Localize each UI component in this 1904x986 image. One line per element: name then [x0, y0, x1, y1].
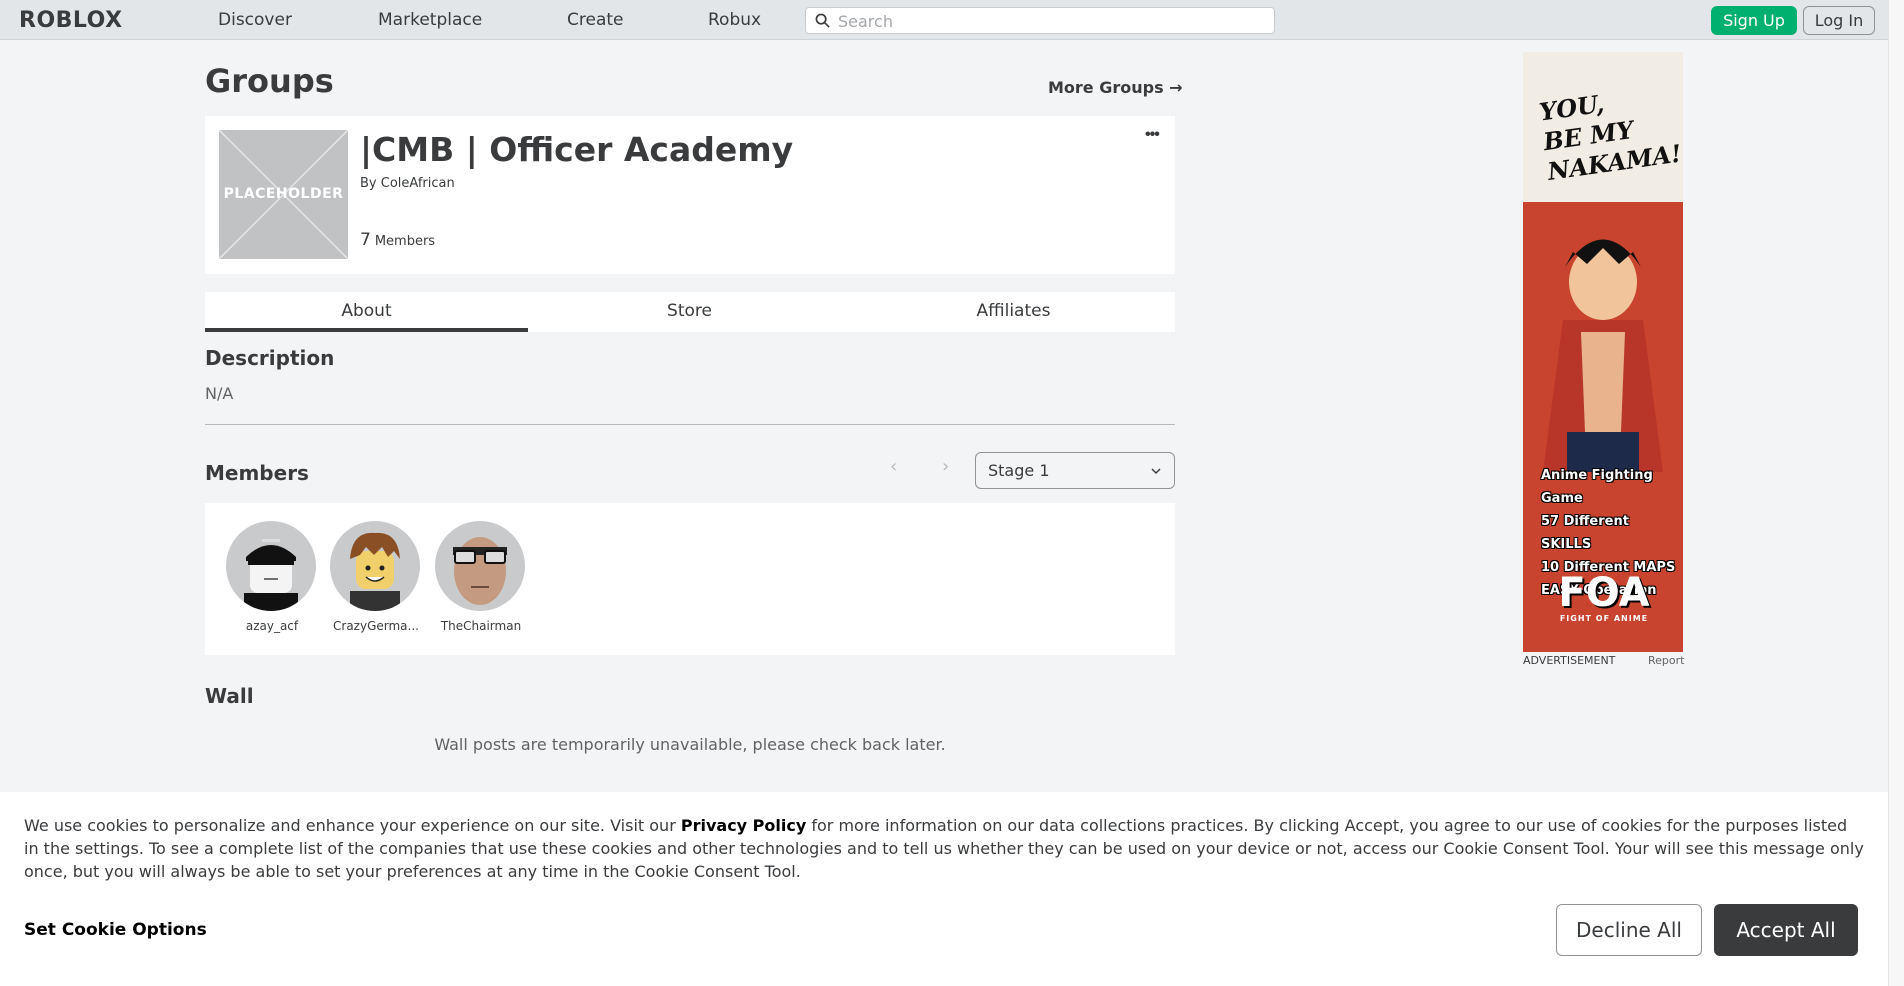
page-scrollbar[interactable] — [1888, 0, 1904, 986]
member-count: 7 Members — [360, 230, 435, 250]
cookie-consent-banner: We use cookies to personalize and enhanc… — [0, 792, 1888, 986]
group-name: |CMB | Officer Academy — [360, 130, 794, 169]
search-icon[interactable] — [815, 13, 830, 28]
member-card[interactable]: TheChairman — [435, 521, 527, 633]
set-cookie-options-link[interactable]: Set Cookie Options — [24, 920, 207, 940]
member-name: TheChairman — [440, 619, 522, 633]
group-emblem-placeholder: PLACEHOLDER — [219, 130, 348, 259]
member-avatar — [435, 521, 525, 611]
nav-create[interactable]: Create — [567, 10, 624, 30]
decline-all-button[interactable]: Decline All — [1556, 904, 1702, 956]
member-name: azay_acf — [245, 619, 299, 633]
tab-store[interactable]: Store — [528, 292, 851, 332]
section-divider — [205, 424, 1175, 425]
privacy-policy-link[interactable]: Privacy Policy — [681, 816, 806, 835]
members-list: azay_acf CrazyGerma... TheChairman — [205, 503, 1175, 655]
log-in-button[interactable]: Log In — [1803, 6, 1875, 35]
owner-link[interactable]: ColeAfrican — [381, 176, 455, 191]
roblox-logo[interactable]: ROBLOX — [19, 8, 123, 33]
search-box — [805, 7, 1275, 34]
group-tabs: About Store Affiliates — [205, 292, 1175, 332]
sign-up-button[interactable]: Sign Up — [1711, 6, 1797, 35]
role-select-dropdown[interactable]: Stage 1 — [975, 452, 1175, 489]
nav-marketplace[interactable]: Marketplace — [378, 10, 482, 30]
top-navigation-bar: ROBLOX Discover Marketplace Create Robux… — [0, 0, 1888, 40]
description-heading: Description — [205, 346, 335, 370]
tab-affiliates[interactable]: Affiliates — [852, 292, 1175, 332]
member-card[interactable]: CrazyGerma... — [330, 521, 422, 633]
group-owner: By ColeAfrican — [360, 176, 455, 191]
member-count-label: Members — [374, 234, 436, 249]
members-next-button[interactable]: › — [942, 456, 949, 477]
more-options-icon[interactable]: ••• — [1145, 126, 1160, 144]
nav-discover[interactable]: Discover — [218, 10, 292, 30]
member-name: CrazyGerma... — [333, 619, 419, 633]
tab-about[interactable]: About — [205, 292, 528, 332]
search-input[interactable] — [838, 11, 1258, 31]
group-header-card: PLACEHOLDER |CMB | Officer Academy By Co… — [205, 116, 1175, 274]
advertisement-label: ADVERTISEMENT — [1523, 654, 1616, 667]
ad-report-link[interactable]: Report — [1648, 654, 1684, 667]
more-groups-link[interactable]: More Groups → — [1048, 78, 1183, 97]
role-select-value: Stage 1 — [988, 461, 1050, 480]
wall-heading: Wall — [205, 684, 254, 708]
nav-robux[interactable]: Robux — [708, 10, 761, 30]
advertisement-banner[interactable]: YOU, BE MY NAKAMA! Anime Fighting Game 5… — [1523, 52, 1683, 652]
wall-unavailable-message: Wall posts are temporarily unavailable, … — [434, 735, 946, 754]
page-title: Groups — [205, 62, 334, 100]
owner-prefix: By — [360, 176, 377, 191]
members-prev-button[interactable]: ‹ — [890, 456, 897, 477]
member-avatar — [226, 521, 316, 611]
member-count-value: 7 — [360, 230, 371, 250]
chevron-down-icon — [1151, 468, 1161, 475]
placeholder-label: PLACEHOLDER — [223, 186, 344, 202]
accept-all-button[interactable]: Accept All — [1714, 904, 1858, 956]
member-avatar — [330, 521, 420, 611]
member-card[interactable]: azay_acf — [226, 521, 318, 633]
ad-foa-logo: FOA FIGHT OF ANIME — [1558, 570, 1650, 623]
members-heading: Members — [205, 461, 309, 485]
description-text: N/A — [205, 384, 234, 403]
cookie-message: We use cookies to personalize and enhanc… — [24, 816, 1864, 881]
